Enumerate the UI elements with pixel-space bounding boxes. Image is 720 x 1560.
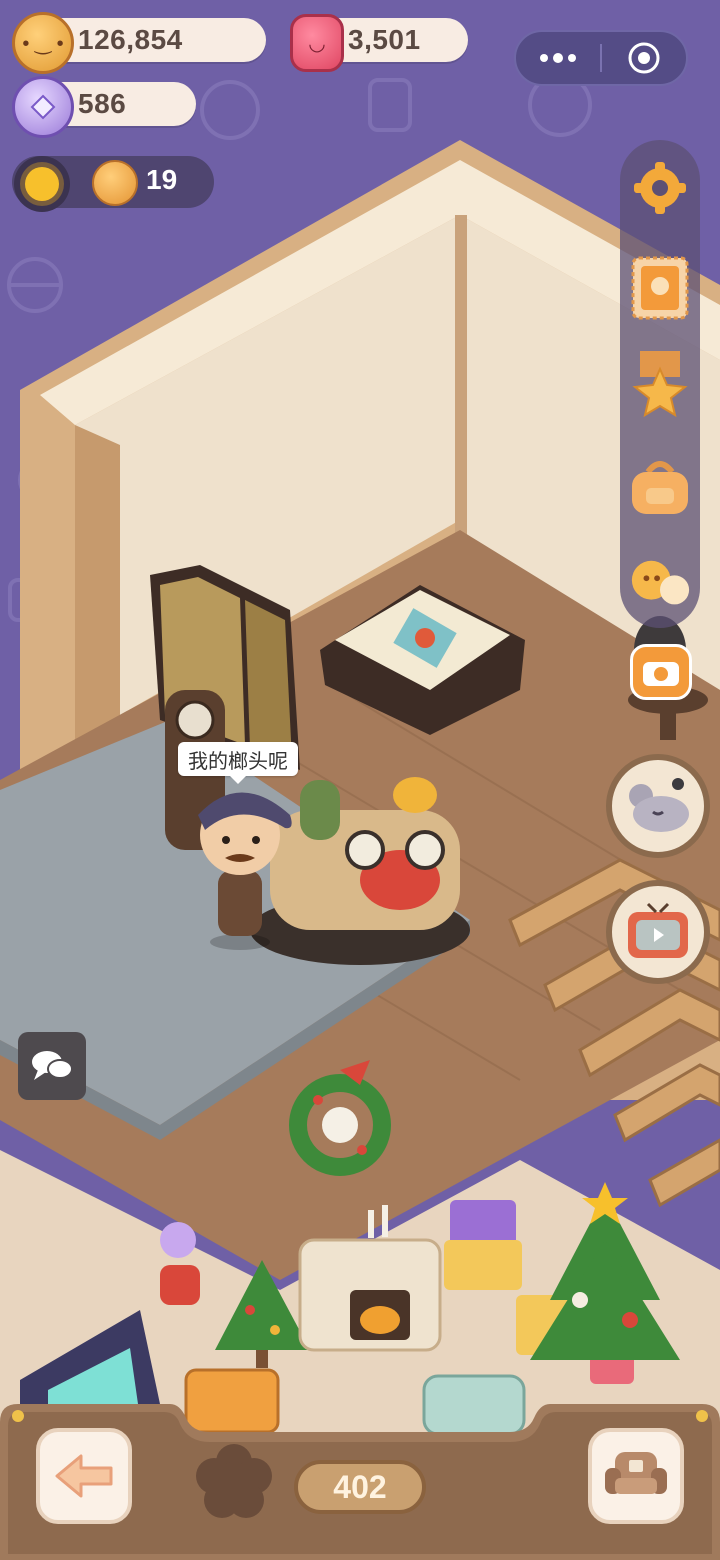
stamp-card-icon[interactable] — [628, 256, 692, 320]
star-medal-icon[interactable] — [628, 351, 692, 418]
sleeping-mouse-icon[interactable] — [606, 754, 710, 858]
cookie-face: • ‿ • — [22, 32, 64, 55]
camera-icon[interactable] — [630, 644, 692, 700]
jelly-face: ◡ — [308, 32, 326, 55]
friends-icon[interactable] — [628, 554, 692, 618]
gem-value: 3,501 — [348, 24, 421, 55]
cookie-helper-icon — [92, 160, 138, 206]
sun-core — [25, 167, 59, 201]
furniture-count: 402 — [333, 1468, 387, 1505]
tv-video-icon[interactable] — [606, 880, 710, 984]
furniture-count-badge: 402 — [294, 1460, 426, 1514]
back-arrow-icon — [55, 1454, 113, 1498]
furniture-button[interactable] — [588, 1428, 684, 1524]
jelly-gem-icon: ◡ — [290, 14, 344, 72]
chat-bubbles-icon — [32, 1051, 73, 1080]
character-speech-bubble: 我的榔头呢 — [178, 742, 298, 784]
back-button[interactable] — [36, 1428, 132, 1524]
armchair-icon — [605, 1452, 667, 1494]
candy-swirl — [30, 94, 56, 120]
candy-icon — [12, 76, 74, 138]
mini-program-capsule — [514, 30, 688, 86]
coin-value: 126,854 — [78, 24, 183, 55]
helper-value: 19 — [146, 164, 178, 195]
sun-icon[interactable] — [14, 156, 70, 212]
chat-button[interactable] — [18, 1032, 86, 1100]
gear-icon[interactable] — [628, 156, 692, 220]
candy-value: 586 — [78, 88, 127, 119]
speech-text: 我的榔头呢 — [188, 750, 288, 773]
flower-badge-icon[interactable] — [196, 1444, 272, 1520]
backpack-icon[interactable] — [628, 454, 692, 518]
more-dots-icon[interactable] — [516, 53, 600, 63]
target-circle-icon[interactable] — [602, 41, 686, 75]
cookie-coin-icon: • ‿ • — [12, 12, 74, 74]
